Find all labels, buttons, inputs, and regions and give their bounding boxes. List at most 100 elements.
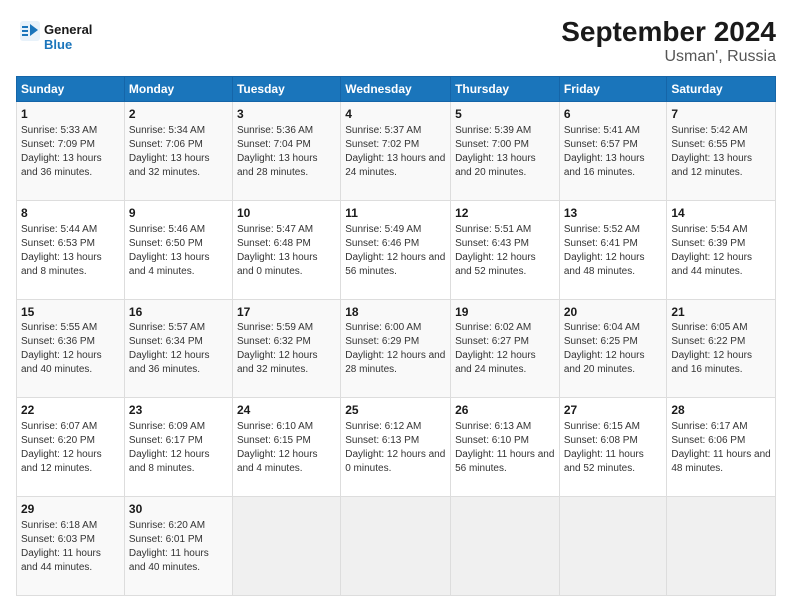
sunset-text: Sunset: 6:20 PM xyxy=(21,435,95,446)
day-number: 21 xyxy=(671,304,771,321)
daylight-text: Daylight: 12 hours and 0 minutes. xyxy=(345,449,445,474)
daylight-text: Daylight: 13 hours and 0 minutes. xyxy=(237,252,318,277)
calendar-table: Sunday Monday Tuesday Wednesday Thursday… xyxy=(16,76,776,596)
sunrise-text: Sunrise: 6:05 AM xyxy=(671,322,747,333)
sunrise-text: Sunrise: 6:12 AM xyxy=(345,421,421,432)
sunset-text: Sunset: 6:27 PM xyxy=(455,336,529,347)
day-number: 11 xyxy=(345,205,446,222)
sunrise-text: Sunrise: 5:57 AM xyxy=(129,322,205,333)
table-row: 23 Sunrise: 6:09 AM Sunset: 6:17 PM Dayl… xyxy=(124,398,232,497)
logo-svg: General Blue xyxy=(16,16,96,61)
sunrise-text: Sunrise: 5:49 AM xyxy=(345,224,421,235)
daylight-text: Daylight: 11 hours and 44 minutes. xyxy=(21,548,101,573)
day-number: 12 xyxy=(455,205,555,222)
daylight-text: Daylight: 12 hours and 32 minutes. xyxy=(237,350,318,375)
table-row: 30 Sunrise: 6:20 AM Sunset: 6:01 PM Dayl… xyxy=(124,497,232,596)
sunrise-text: Sunrise: 6:20 AM xyxy=(129,520,205,531)
table-row xyxy=(451,497,560,596)
table-row: 12 Sunrise: 5:51 AM Sunset: 6:43 PM Dayl… xyxy=(451,200,560,299)
daylight-text: Daylight: 12 hours and 16 minutes. xyxy=(671,350,752,375)
sunrise-text: Sunrise: 5:36 AM xyxy=(237,125,313,136)
table-row: 5 Sunrise: 5:39 AM Sunset: 7:00 PM Dayli… xyxy=(451,102,560,201)
daylight-text: Daylight: 13 hours and 20 minutes. xyxy=(455,153,536,178)
month-title: September 2024 xyxy=(561,16,776,48)
daylight-text: Daylight: 13 hours and 24 minutes. xyxy=(345,153,445,178)
table-row: 8 Sunrise: 5:44 AM Sunset: 6:53 PM Dayli… xyxy=(17,200,125,299)
daylight-text: Daylight: 12 hours and 56 minutes. xyxy=(345,252,445,277)
daylight-text: Daylight: 13 hours and 4 minutes. xyxy=(129,252,210,277)
sunrise-text: Sunrise: 6:17 AM xyxy=(671,421,747,432)
sunrise-text: Sunrise: 6:10 AM xyxy=(237,421,313,432)
daylight-text: Daylight: 12 hours and 12 minutes. xyxy=(21,449,102,474)
day-number: 24 xyxy=(237,402,336,419)
sunrise-text: Sunrise: 6:18 AM xyxy=(21,520,97,531)
day-number: 16 xyxy=(129,304,228,321)
sunset-text: Sunset: 7:00 PM xyxy=(455,139,529,150)
sunrise-text: Sunrise: 6:15 AM xyxy=(564,421,640,432)
table-row: 18 Sunrise: 6:00 AM Sunset: 6:29 PM Dayl… xyxy=(341,299,451,398)
header-tuesday: Tuesday xyxy=(232,77,340,102)
calendar-body: 1 Sunrise: 5:33 AM Sunset: 7:09 PM Dayli… xyxy=(17,102,776,596)
sunrise-text: Sunrise: 5:44 AM xyxy=(21,224,97,235)
logo: General Blue xyxy=(16,16,96,61)
daylight-text: Daylight: 13 hours and 16 minutes. xyxy=(564,153,645,178)
daylight-text: Daylight: 12 hours and 40 minutes. xyxy=(21,350,102,375)
daylight-text: Daylight: 13 hours and 36 minutes. xyxy=(21,153,102,178)
table-row: 1 Sunrise: 5:33 AM Sunset: 7:09 PM Dayli… xyxy=(17,102,125,201)
sunrise-text: Sunrise: 5:59 AM xyxy=(237,322,313,333)
daylight-text: Daylight: 12 hours and 52 minutes. xyxy=(455,252,536,277)
daylight-text: Daylight: 12 hours and 48 minutes. xyxy=(564,252,645,277)
svg-text:Blue: Blue xyxy=(44,37,72,52)
day-number: 17 xyxy=(237,304,336,321)
daylight-text: Daylight: 12 hours and 28 minutes. xyxy=(345,350,445,375)
table-row: 19 Sunrise: 6:02 AM Sunset: 6:27 PM Dayl… xyxy=(451,299,560,398)
sunset-text: Sunset: 7:06 PM xyxy=(129,139,203,150)
table-row: 11 Sunrise: 5:49 AM Sunset: 6:46 PM Dayl… xyxy=(341,200,451,299)
day-number: 29 xyxy=(21,501,120,518)
day-number: 7 xyxy=(671,106,771,123)
table-row xyxy=(667,497,776,596)
sunset-text: Sunset: 6:13 PM xyxy=(345,435,419,446)
table-row: 7 Sunrise: 5:42 AM Sunset: 6:55 PM Dayli… xyxy=(667,102,776,201)
daylight-text: Daylight: 12 hours and 24 minutes. xyxy=(455,350,536,375)
title-block: September 2024 Usman', Russia xyxy=(561,16,776,66)
sunset-text: Sunset: 6:43 PM xyxy=(455,238,529,249)
sunset-text: Sunset: 6:22 PM xyxy=(671,336,745,347)
sunset-text: Sunset: 6:15 PM xyxy=(237,435,311,446)
sunset-text: Sunset: 6:53 PM xyxy=(21,238,95,249)
day-number: 23 xyxy=(129,402,228,419)
sunset-text: Sunset: 6:48 PM xyxy=(237,238,311,249)
sunset-text: Sunset: 7:04 PM xyxy=(237,139,311,150)
sunrise-text: Sunrise: 5:54 AM xyxy=(671,224,747,235)
svg-text:General: General xyxy=(44,22,92,37)
day-number: 8 xyxy=(21,205,120,222)
header-sunday: Sunday xyxy=(17,77,125,102)
sunrise-text: Sunrise: 6:13 AM xyxy=(455,421,531,432)
table-row xyxy=(559,497,667,596)
daylight-text: Daylight: 11 hours and 52 minutes. xyxy=(564,449,644,474)
table-row: 29 Sunrise: 6:18 AM Sunset: 6:03 PM Dayl… xyxy=(17,497,125,596)
day-number: 10 xyxy=(237,205,336,222)
daylight-text: Daylight: 11 hours and 48 minutes. xyxy=(671,449,770,474)
sunrise-text: Sunrise: 6:09 AM xyxy=(129,421,205,432)
table-row xyxy=(232,497,340,596)
sunrise-text: Sunrise: 5:39 AM xyxy=(455,125,531,136)
sunset-text: Sunset: 6:46 PM xyxy=(345,238,419,249)
sunrise-text: Sunrise: 6:07 AM xyxy=(21,421,97,432)
day-number: 13 xyxy=(564,205,663,222)
daylight-text: Daylight: 12 hours and 20 minutes. xyxy=(564,350,645,375)
day-number: 18 xyxy=(345,304,446,321)
sunset-text: Sunset: 7:09 PM xyxy=(21,139,95,150)
daylight-text: Daylight: 11 hours and 40 minutes. xyxy=(129,548,209,573)
day-number: 27 xyxy=(564,402,663,419)
sunrise-text: Sunrise: 5:34 AM xyxy=(129,125,205,136)
table-row: 16 Sunrise: 5:57 AM Sunset: 6:34 PM Dayl… xyxy=(124,299,232,398)
day-number: 2 xyxy=(129,106,228,123)
day-number: 26 xyxy=(455,402,555,419)
daylight-text: Daylight: 12 hours and 44 minutes. xyxy=(671,252,752,277)
table-row: 2 Sunrise: 5:34 AM Sunset: 7:06 PM Dayli… xyxy=(124,102,232,201)
table-row: 14 Sunrise: 5:54 AM Sunset: 6:39 PM Dayl… xyxy=(667,200,776,299)
sunrise-text: Sunrise: 5:46 AM xyxy=(129,224,205,235)
table-row: 3 Sunrise: 5:36 AM Sunset: 7:04 PM Dayli… xyxy=(232,102,340,201)
sunset-text: Sunset: 7:02 PM xyxy=(345,139,419,150)
